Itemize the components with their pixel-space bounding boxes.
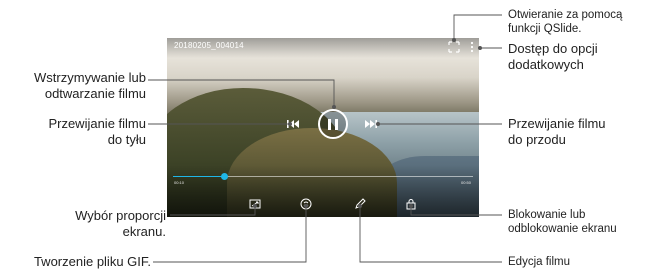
leader-dot — [478, 46, 482, 50]
diagram: 20180205_004014 00:10 00:50 Wstrzymywani… — [0, 0, 646, 269]
leader-edit — [359, 206, 502, 263]
label-edit: Edycja filmu — [508, 255, 570, 269]
leader-dot — [304, 204, 308, 208]
leader-pause — [148, 79, 335, 107]
label-text: Przewijanie filmu do przodu — [508, 116, 606, 147]
leader-gif — [153, 206, 307, 263]
leader-dot — [288, 122, 292, 126]
label-forward: Przewijanie filmu do przodu — [508, 116, 606, 148]
label-lock: Blokowanie lub odblokowanie ekranu — [508, 208, 617, 236]
leader-dot — [452, 38, 456, 42]
label-gif: Tworzenie pliku GIF. — [34, 254, 151, 270]
leader-dot — [358, 204, 362, 208]
leader-qslide — [453, 14, 502, 40]
leader-dot — [332, 105, 336, 109]
leader-aspect — [170, 206, 256, 216]
label-text: Blokowanie lub odblokowanie ekranu — [508, 209, 617, 235]
label-text: Edycja filmu — [508, 256, 570, 268]
label-qslide: Otwieranie za pomocą funkcji QSlide. — [508, 8, 622, 36]
label-pause-play: Wstrzymywanie lub odtwarzanie filmu — [34, 70, 146, 102]
label-text: Otwieranie za pomocą funkcji QSlide. — [508, 9, 623, 35]
label-text: Dostęp do opcji dodatkowych — [508, 41, 598, 72]
label-text: Wybór proporcji ekranu. — [75, 208, 166, 239]
leader-dot — [409, 204, 413, 208]
leader-dot — [253, 204, 257, 208]
label-text: Przewijanie filmu do tyłu — [48, 116, 146, 147]
label-more-options: Dostęp do opcji dodatkowych — [508, 41, 598, 73]
label-text: Wstrzymywanie lub odtwarzanie filmu — [34, 70, 146, 101]
leader-dot — [376, 122, 380, 126]
label-rewind: Przewijanie filmu do tyłu — [48, 116, 146, 148]
label-text: Tworzenie pliku GIF. — [33, 254, 151, 269]
label-aspect-ratio: Wybór proporcji ekranu. — [75, 208, 166, 240]
leader-lock — [410, 206, 502, 216]
